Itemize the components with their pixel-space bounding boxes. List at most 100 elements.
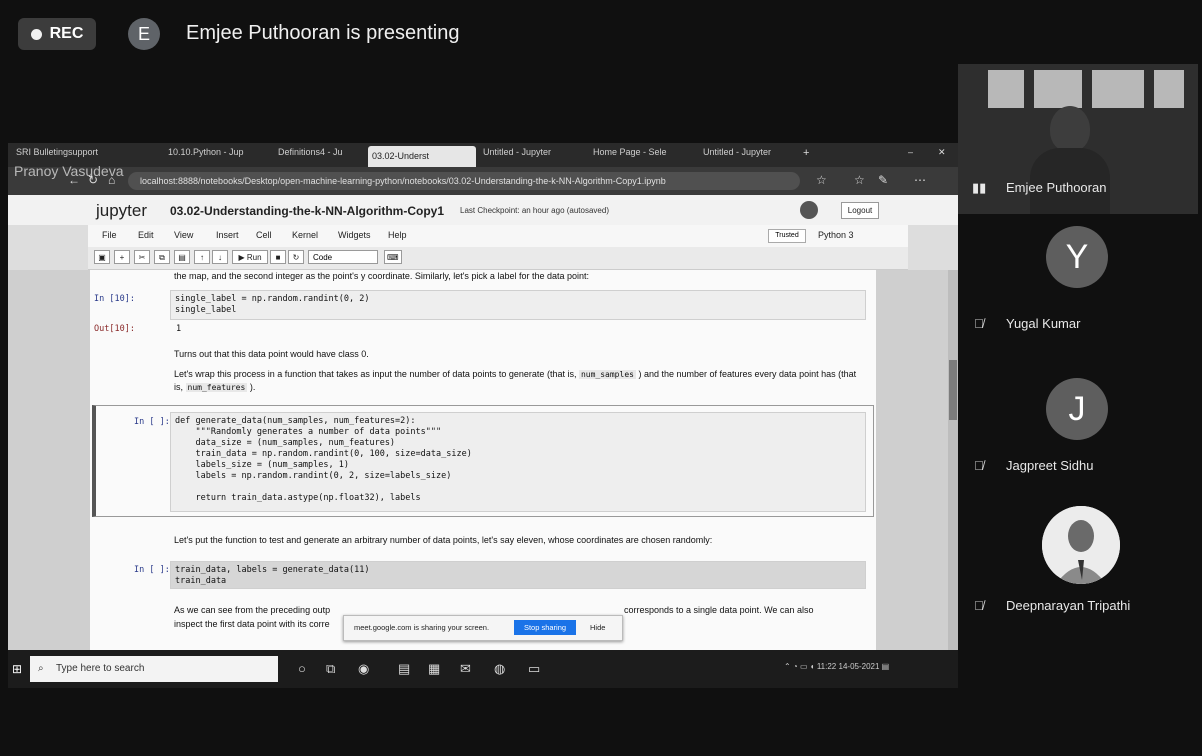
mic-off-icon: 🎙̸ <box>974 458 984 473</box>
insert-cell-icon[interactable]: + <box>114 250 130 264</box>
address-bar-row: ← ↻ ⌂ localhost:8888/notebooks/Desktop/o… <box>8 167 958 195</box>
move-down-icon[interactable]: ↓ <box>212 250 228 264</box>
taskbar-search[interactable]: ⌕ Type here to search <box>30 656 278 682</box>
markdown-cell: inspect the first data point with its co… <box>174 619 330 629</box>
browser-tab-active[interactable]: 03.02-Underst <box>368 146 476 167</box>
menu-kernel[interactable]: Kernel <box>292 230 318 240</box>
menu-widgets[interactable]: Widgets <box>338 230 371 240</box>
meet-window: REC E Emjee Puthooran is presenting SRI … <box>0 0 1202 756</box>
audio-level-icon: ▮▮ <box>972 180 987 195</box>
browser-tab[interactable]: 10.10.Python - Jup <box>168 147 258 163</box>
jupyter-toolbar: ▣ + ✂ ⧉ ▤ ↑ ↓ ▶ Run ■ ↻ Code ⌨ <box>88 247 908 270</box>
jupyter-logo[interactable]: jupyter <box>96 201 147 221</box>
pen-icon[interactable]: ✎ <box>878 173 888 187</box>
save-icon[interactable]: ▣ <box>94 250 110 264</box>
logout-button[interactable]: Logout <box>841 202 879 219</box>
new-tab-icon[interactable]: + <box>803 147 809 163</box>
paste-icon[interactable]: ▤ <box>174 250 190 264</box>
move-up-icon[interactable]: ↑ <box>194 250 210 264</box>
kernel-indicator: Python 3 <box>818 230 854 240</box>
file-explorer-icon[interactable]: ▤ <box>398 661 410 677</box>
notification-icon[interactable]: ▤ <box>882 662 890 671</box>
mic-off-icon: 🎙̸ <box>974 598 984 613</box>
screen-share-bar: meet.google.com is sharing your screen. … <box>343 615 623 641</box>
run-label: Run <box>246 253 262 262</box>
markdown-cell: As we can see from the preceding outp <box>174 605 331 615</box>
notebook-title[interactable]: 03.02-Understanding-the-k-NN-Algorithm-C… <box>170 204 444 218</box>
menu-file[interactable]: File <box>102 230 117 240</box>
md-text: ). <box>249 382 256 392</box>
run-button[interactable]: ▶ Run <box>232 250 268 264</box>
markdown-cell: Let's wrap this process in a function th… <box>174 368 864 394</box>
trusted-badge[interactable]: Trusted <box>768 229 806 243</box>
markdown-cell: the map, and the second integer as the p… <box>174 271 590 281</box>
mic-off-icon: 🎙̸ <box>974 316 984 331</box>
chrome-icon[interactable]: ◍ <box>494 661 505 677</box>
code-cell-input[interactable]: single_label = np.random.randint(0, 2) s… <box>170 290 866 320</box>
task-view-icon[interactable]: ⧉ <box>326 661 335 677</box>
copy-icon[interactable]: ⧉ <box>154 250 170 264</box>
edge-icon[interactable]: ◉ <box>358 661 369 677</box>
share-status-text: meet.google.com is sharing your screen. <box>354 623 490 632</box>
mail-icon[interactable]: ✉ <box>460 661 471 677</box>
md-text: Let's wrap this process in a function th… <box>174 369 577 379</box>
cortana-icon[interactable]: ○ <box>298 661 306 676</box>
system-tray: ⌃ ◔ ▭ ◖ 11:22 14-05-2021 ▤ <box>784 662 889 671</box>
close-window-icon[interactable]: ✕ <box>938 147 946 163</box>
input-prompt: In [10]: <box>94 294 135 304</box>
overlay-ghost-name: Pranoy Vasudeva <box>14 163 124 179</box>
menu-help[interactable]: Help <box>388 230 407 240</box>
participant-avatar: J <box>1046 378 1108 440</box>
rec-label: REC <box>49 25 84 42</box>
windows-start-icon[interactable]: ⊞ <box>12 662 26 676</box>
scrollbar-thumb[interactable] <box>949 360 957 420</box>
url-field[interactable]: localhost:8888/notebooks/Desktop/open-ma… <box>128 172 800 190</box>
stop-sharing-button[interactable]: Stop sharing <box>514 620 576 635</box>
hide-button[interactable]: Hide <box>590 623 605 632</box>
scrollbar[interactable] <box>948 270 958 650</box>
store-icon[interactable]: ▦ <box>428 661 440 677</box>
restart-icon[interactable]: ↻ <box>288 250 304 264</box>
favorite-star-icon[interactable]: ☆ <box>816 173 827 187</box>
markdown-cell: Turns out that this data point would hav… <box>174 349 369 359</box>
browser-tab[interactable]: Untitled - Jupyter <box>483 147 573 163</box>
browser-tab[interactable]: Home Page - Sele <box>593 147 683 163</box>
participant-name: Deepnarayan Tripathi <box>1006 598 1131 613</box>
background-window <box>1034 70 1082 108</box>
keyboard-icon[interactable]: ⌨ <box>384 250 402 264</box>
python-logo-icon <box>800 201 818 219</box>
jupyter-header: jupyter 03.02-Understanding-the-k-NN-Alg… <box>8 195 958 225</box>
input-prompt: In [ ]: <box>134 417 170 427</box>
browser-tab[interactable]: Untitled - Jupyter <box>703 147 793 163</box>
minimize-icon[interactable]: – <box>908 147 913 163</box>
favorites-icon[interactable]: ☆ <box>854 173 865 187</box>
interrupt-icon[interactable]: ■ <box>270 250 286 264</box>
search-placeholder: Type here to search <box>56 663 145 674</box>
markdown-cell: Let's put the function to test and gener… <box>174 535 713 545</box>
presenting-text: Emjee Puthooran is presenting <box>186 22 460 44</box>
code-cell-input[interactable]: def generate_data(num_samples, num_featu… <box>170 412 866 512</box>
browser-tab-bar: SRI Bulletingsupport 10.10.Python - Jup … <box>8 143 958 167</box>
participant-name: Emjee Puthooran <box>1006 180 1107 195</box>
cut-icon[interactable]: ✂ <box>134 250 150 264</box>
cell-type-select[interactable]: Code <box>308 250 378 264</box>
participant-avatar: Y <box>1046 226 1108 288</box>
menu-insert[interactable]: Insert <box>216 230 239 240</box>
browser-tab[interactable]: Definitions4 - Ju <box>278 147 358 163</box>
clock-time: 11:22 <box>816 662 837 671</box>
participant-video: ▮▮ Emjee Puthooran <box>958 64 1198 214</box>
menu-view[interactable]: View <box>174 230 193 240</box>
code-cell-input[interactable]: train_data, labels = generate_data(11) t… <box>170 561 866 589</box>
browser-tab[interactable]: SRI Bulletingsupport <box>16 147 151 163</box>
more-icon[interactable]: ⋯ <box>914 173 926 187</box>
participant-name: Jagpreet Sidhu <box>1006 458 1094 473</box>
menu-edit[interactable]: Edit <box>138 230 154 240</box>
notebook-page: the map, and the second integer as the p… <box>90 270 876 650</box>
background-window <box>988 70 1024 108</box>
menu-cell[interactable]: Cell <box>256 230 272 240</box>
record-dot-icon <box>30 28 42 40</box>
tray-icons: ⌃ ◔ ▭ ◖ <box>784 662 817 671</box>
participant-head <box>1050 106 1090 152</box>
search-icon: ⌕ <box>38 663 44 674</box>
app-icon[interactable]: ▭ <box>528 661 540 677</box>
